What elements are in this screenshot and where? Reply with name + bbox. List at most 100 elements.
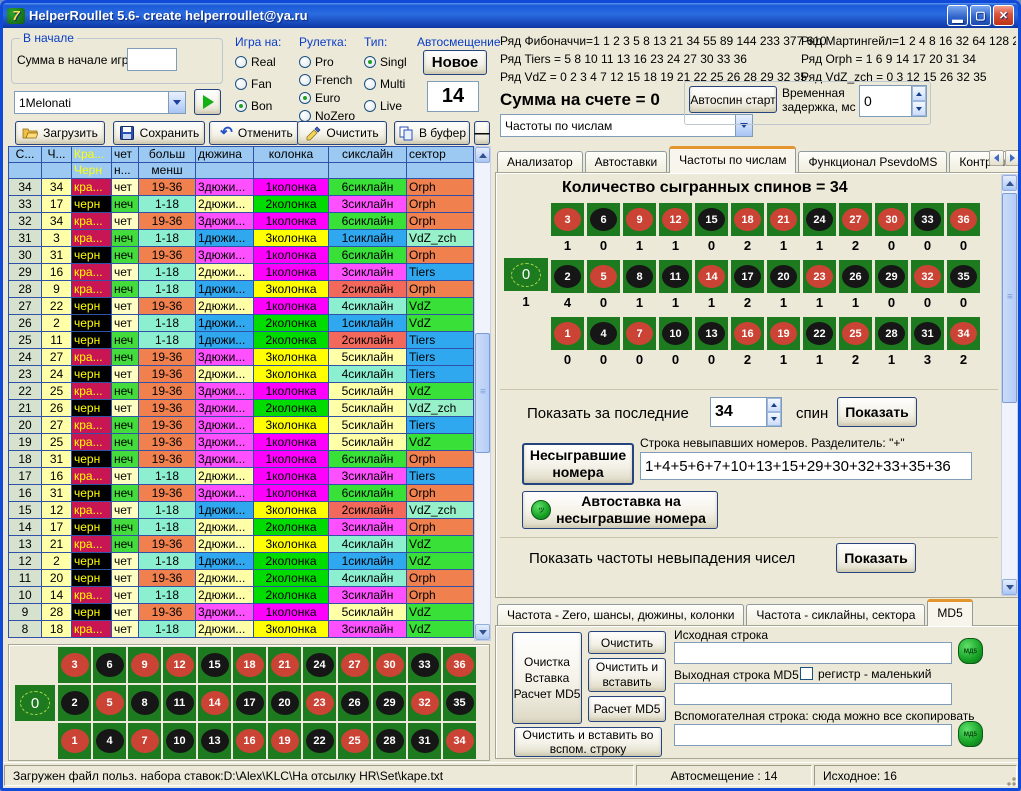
md5-register-checkbox[interactable]: регистр - маленький <box>800 667 931 681</box>
number-cell-27[interactable]: 27 <box>338 647 371 683</box>
table-row[interactable]: 313кра...неч1-181дюжи...3колонка1сиклайн… <box>9 230 474 247</box>
number-cell-2[interactable]: 2 <box>551 260 584 293</box>
number-cell-5[interactable]: 5 <box>587 260 620 293</box>
tab-scroll-right-icon[interactable] <box>1005 150 1020 166</box>
number-cell-34[interactable]: 34 <box>443 723 476 759</box>
chevron-down-icon[interactable] <box>168 92 185 113</box>
table-row[interactable]: 122чернчет1-181дюжи...2колонка1сиклайнVd… <box>9 553 474 570</box>
autobet-unplayed-button[interactable]: ツ Автоставка на несыгравшие номера <box>522 491 718 529</box>
number-cell-2[interactable]: 2 <box>58 685 91 721</box>
md5-clear-paste-button[interactable]: Очистить и вставить <box>588 658 666 692</box>
radio-icon[interactable] <box>299 56 311 68</box>
number-cell-1[interactable]: 1 <box>551 317 584 350</box>
title-bar[interactable]: 7 HelperRoullet 5.6- create helperroulle… <box>3 3 1018 28</box>
save-button[interactable]: Сохранить <box>113 121 205 145</box>
number-cell-14[interactable]: 14 <box>198 685 231 721</box>
table-row[interactable]: 3434кра...чет19-363дюжи...1колонка6сикла… <box>9 179 474 196</box>
radio-icon[interactable] <box>364 78 376 90</box>
radio-Fan[interactable]: Fan <box>235 77 272 91</box>
number-cell-1[interactable]: 1 <box>58 723 91 759</box>
number-cell-8[interactable]: 8 <box>128 685 161 721</box>
radio-Real[interactable]: Real <box>235 55 276 69</box>
table-row[interactable]: 1925кра...неч19-363дюжи...1колонка5сикла… <box>9 434 474 451</box>
number-cell-20[interactable]: 20 <box>268 685 301 721</box>
table-row[interactable]: 1321кра...неч19-362дюжи...3колонка4сикла… <box>9 536 474 553</box>
table-row[interactable]: 928чернчет19-363дюжи...1колонка5сиклайнV… <box>9 604 474 621</box>
md5-calc-button[interactable]: Расчет MD5 <box>588 696 666 722</box>
spin-down-icon[interactable] <box>912 101 926 116</box>
table-row[interactable]: 1120чернчет19-362дюжи...2колонка4сиклайн… <box>9 570 474 587</box>
radio-Multi[interactable]: Multi <box>364 77 405 91</box>
number-cell-23[interactable]: 23 <box>303 685 336 721</box>
tab-scroll-left-icon[interactable] <box>989 150 1004 166</box>
table-row[interactable]: 2126чернчет19-363дюжи...2колонка5сиклайн… <box>9 400 474 417</box>
number-cell-27[interactable]: 27 <box>839 203 872 236</box>
number-cell-36[interactable]: 36 <box>947 203 980 236</box>
scroll-up-button[interactable] <box>475 147 490 163</box>
table-row[interactable]: 818кра...чет1-182дюжи...3колонка3сиклайн… <box>9 621 474 638</box>
radio-Singl[interactable]: Singl <box>364 55 407 69</box>
number-cell-17[interactable]: 17 <box>233 685 266 721</box>
number-cell-9[interactable]: 9 <box>623 203 656 236</box>
number-cell-30[interactable]: 30 <box>875 203 908 236</box>
tab-MD5[interactable]: MD5 <box>927 599 972 626</box>
number-cell-21[interactable]: 21 <box>268 647 301 683</box>
number-cell-26[interactable]: 26 <box>338 685 371 721</box>
undo-button[interactable]: ↶ Отменить <box>209 121 299 145</box>
number-cell-15[interactable]: 15 <box>198 647 231 683</box>
table-row[interactable]: 2324чернчет19-362дюжи...3колонка4сиклайн… <box>9 366 474 383</box>
table-row[interactable]: 1831черннеч19-363дюжи...1колонка6сиклайн… <box>9 451 474 468</box>
scroll-up-button[interactable] <box>1002 175 1017 191</box>
number-cell-25[interactable]: 25 <box>338 723 371 759</box>
md5-helper-input[interactable] <box>674 724 952 746</box>
table-row[interactable]: 289кра...неч1-181дюжи...3колонка2сиклайн… <box>9 281 474 298</box>
tab-Частоты по числам[interactable]: Частоты по числам <box>669 146 796 173</box>
radio-Pro[interactable]: Pro <box>299 55 334 69</box>
radio-icon[interactable] <box>235 56 247 68</box>
tab-Частота - Zero, шансы, дюжины, колонки[interactable]: Частота - Zero, шансы, дюжины, колонки <box>497 604 744 626</box>
number-cell-10[interactable]: 10 <box>659 317 692 350</box>
table-row[interactable]: 2916кра...чет1-182дюжи...1колонка3сиклай… <box>9 264 474 281</box>
show-last-spinner[interactable]: 34 <box>710 397 782 427</box>
table-row[interactable]: 1417черннеч1-182дюжи...2колонка3сиклайнO… <box>9 519 474 536</box>
number-cell-0[interactable]: 0 <box>504 258 548 291</box>
number-cell-26[interactable]: 26 <box>839 260 872 293</box>
number-cell-19[interactable]: 19 <box>767 317 800 350</box>
number-cell-15[interactable]: 15 <box>695 203 728 236</box>
number-cell-3[interactable]: 3 <box>551 203 584 236</box>
number-cell-6[interactable]: 6 <box>93 647 126 683</box>
radio-French[interactable]: French <box>299 73 352 87</box>
table-row[interactable]: 3317черннеч1-182дюжи...2колонка3сиклайнO… <box>9 196 474 213</box>
delay-spinner[interactable]: 0 <box>859 85 927 117</box>
md5-source-input[interactable] <box>674 642 952 664</box>
number-cell-29[interactable]: 29 <box>875 260 908 293</box>
table-row[interactable]: 1512кра...чет1-181дюжи...3колонка2сиклай… <box>9 502 474 519</box>
number-cell-10[interactable]: 10 <box>163 723 196 759</box>
checkbox-icon[interactable] <box>800 667 813 680</box>
number-cell-12[interactable]: 12 <box>163 647 196 683</box>
maximize-button[interactable]: ▢ <box>970 5 991 26</box>
md5-output-input[interactable] <box>674 683 952 705</box>
spin-up-icon[interactable] <box>767 398 781 412</box>
preset-combo[interactable]: 1Melonati <box>14 91 186 114</box>
number-cell-36[interactable]: 36 <box>443 647 476 683</box>
number-cell-9[interactable]: 9 <box>128 647 161 683</box>
number-cell-6[interactable]: 6 <box>587 203 620 236</box>
radio-icon[interactable] <box>364 100 376 112</box>
table-row[interactable]: 3031черннеч19-363дюжи...1колонка6сиклайн… <box>9 247 474 264</box>
scroll-track[interactable] <box>1002 191 1017 579</box>
number-cell-25[interactable]: 25 <box>839 317 872 350</box>
number-cell-28[interactable]: 28 <box>373 723 406 759</box>
number-cell-4[interactable]: 4 <box>93 723 126 759</box>
number-cell-23[interactable]: 23 <box>803 260 836 293</box>
number-cell-3[interactable]: 3 <box>58 647 91 683</box>
panel-scrollbar[interactable] <box>1001 174 1018 596</box>
tab-Анализатор[interactable]: Анализатор <box>497 151 583 173</box>
autoshift-new-button[interactable]: Новое <box>423 50 487 75</box>
number-cell-33[interactable]: 33 <box>911 203 944 236</box>
number-cell-11[interactable]: 11 <box>163 685 196 721</box>
number-cell-21[interactable]: 21 <box>767 203 800 236</box>
radio-Bon[interactable]: Bon <box>235 99 272 113</box>
scroll-down-button[interactable] <box>1002 579 1017 595</box>
number-cell-18[interactable]: 18 <box>233 647 266 683</box>
